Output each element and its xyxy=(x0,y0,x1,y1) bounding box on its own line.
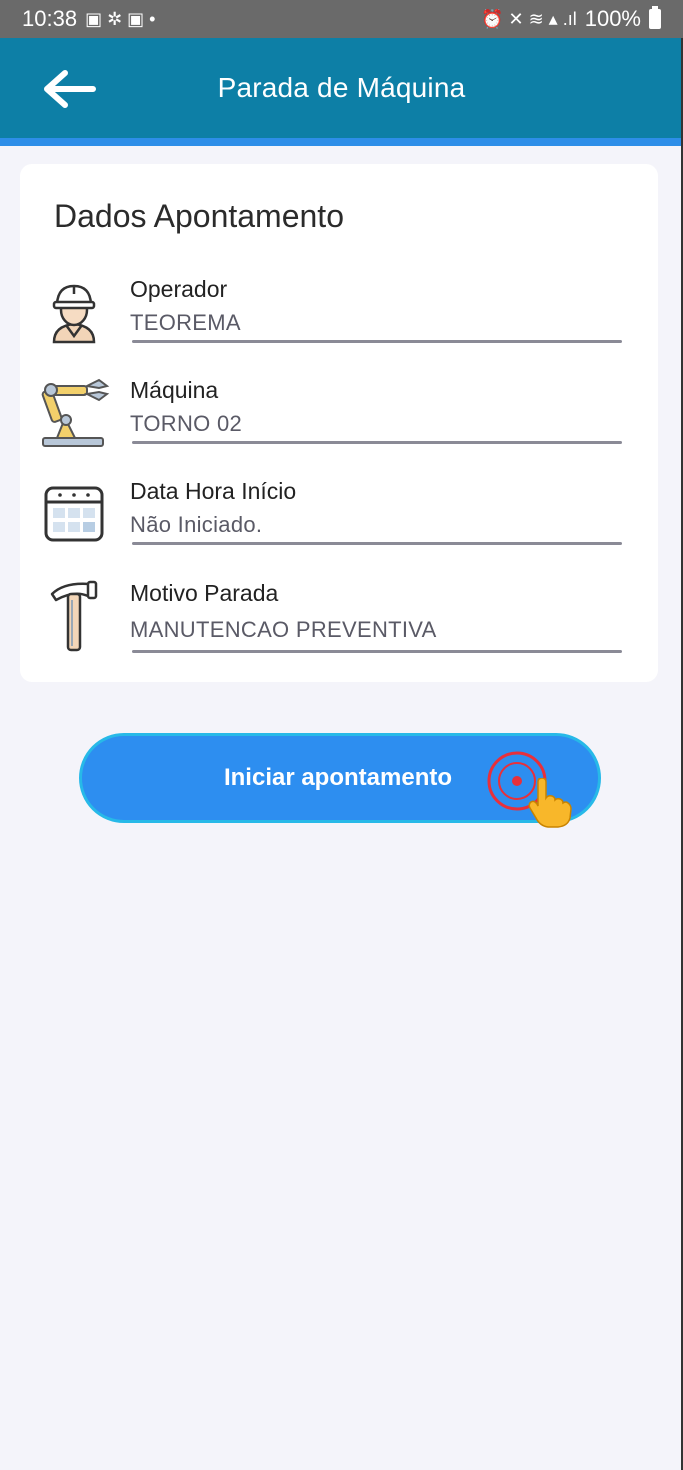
status-time: 10:38 xyxy=(22,6,78,31)
app-bar: Parada de Máquina xyxy=(0,38,683,138)
field-underline xyxy=(132,650,622,653)
field-label: Máquina xyxy=(130,377,219,403)
battery-percent: 100% xyxy=(584,6,641,31)
worker-helmet-icon xyxy=(38,276,110,348)
app-bar-accent xyxy=(0,138,683,146)
data-card: Dados Apontamento Operador TEOREMA Máqui… xyxy=(20,164,658,682)
field-operador[interactable]: Operador TEOREMA xyxy=(20,276,658,366)
field-underline xyxy=(132,441,622,444)
pointing-hand-icon xyxy=(528,778,572,828)
field-value: TORNO 02 xyxy=(130,411,243,436)
status-bar: 10:38 ▣ ✲ ▣ • ⏰ ✕ ≋ ▴ .ıl 100% xyxy=(0,0,683,38)
hammer-icon xyxy=(38,576,110,656)
battery-icon xyxy=(649,6,661,29)
card-title: Dados Apontamento xyxy=(54,198,344,234)
status-right: ⏰ ✕ ≋ ▴ .ıl 100% xyxy=(481,6,661,32)
system-icons: ⏰ ✕ ≋ ▴ .ıl xyxy=(481,9,577,29)
field-label: Data Hora Início xyxy=(130,478,297,504)
notification-icons: ▣ ✲ ▣ • xyxy=(85,9,156,29)
field-value: Não Iniciado. xyxy=(130,512,263,537)
field-value: MANUTENCAO PREVENTIVA xyxy=(130,617,437,642)
back-button[interactable] xyxy=(40,64,100,114)
start-button-label: Iniciar apontamento xyxy=(223,764,453,791)
status-left: 10:38 ▣ ✲ ▣ • xyxy=(22,6,155,32)
calendar-icon xyxy=(38,478,110,550)
field-data-hora-inicio[interactable]: Data Hora Início Não Iniciado. xyxy=(20,478,658,568)
field-label: Motivo Parada xyxy=(130,580,279,606)
robot-arm-icon xyxy=(36,377,112,449)
field-underline xyxy=(132,340,622,343)
arrow-left-icon xyxy=(44,70,96,108)
field-maquina[interactable]: Máquina TORNO 02 xyxy=(20,377,658,467)
field-label: Operador xyxy=(130,276,228,302)
field-motivo-parada[interactable]: Motivo Parada MANUTENCAO PREVENTIVA xyxy=(20,580,658,670)
field-underline xyxy=(132,542,622,545)
field-value: TEOREMA xyxy=(130,310,241,335)
page-title: Parada de Máquina xyxy=(217,72,466,103)
